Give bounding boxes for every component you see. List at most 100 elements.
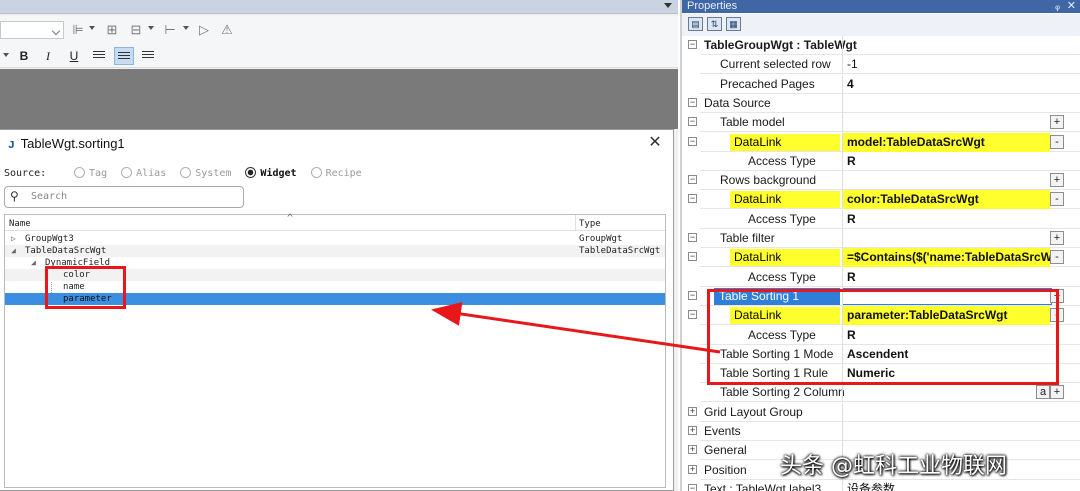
source-radio-system[interactable]: System	[180, 166, 231, 182]
font-size-combo[interactable]	[0, 21, 64, 39]
column-divider[interactable]	[575, 215, 576, 231]
collapse-icon[interactable]: −	[688, 233, 697, 242]
collapse-icon[interactable]: −	[688, 40, 697, 49]
property-value[interactable]	[842, 113, 1056, 133]
chevron-down-icon[interactable]	[664, 3, 672, 8]
property-value[interactable]: =$Contains($('name:TableDataSrcW	[842, 248, 1050, 268]
property-row[interactable]: − Table model +	[682, 113, 1080, 133]
collapse-icon[interactable]: −	[688, 194, 697, 204]
property-row[interactable]: − Text : TableWgt.label3 设备参数	[682, 479, 1080, 491]
bold-button[interactable]: B	[14, 47, 34, 65]
property-value[interactable]	[842, 229, 1056, 248]
close-icon[interactable]: ✕	[1067, 0, 1076, 13]
align-right-button[interactable]	[139, 47, 159, 65]
tree-row[interactable]: ▷ GroupWgt3 GroupWgt	[5, 233, 665, 245]
property-value[interactable]	[842, 422, 1056, 441]
collapse-icon[interactable]: −	[688, 97, 697, 107]
property-row[interactable]: − Data Source	[682, 93, 1080, 113]
collapse-icon[interactable]: −	[688, 290, 697, 300]
remove-link-button[interactable]: -	[1050, 250, 1064, 265]
property-value[interactable]: color:TableDataSrcWgt	[842, 190, 1050, 210]
property-row[interactable]: Precached Pages 4	[682, 74, 1080, 94]
property-row[interactable]: − TableGroupWgt : TableWgt	[682, 36, 1080, 55]
chevron-down-icon[interactable]	[183, 26, 189, 30]
remove-link-button[interactable]: -	[1050, 134, 1064, 149]
remove-link-button[interactable]: -	[1050, 192, 1064, 207]
property-pages-icon[interactable]: ▦	[726, 17, 741, 31]
expand-icon[interactable]: +	[688, 426, 697, 435]
collapse-icon[interactable]: −	[688, 117, 697, 127]
property-value[interactable]	[842, 383, 1056, 403]
dialog-title-bar: ᴊ TableWgt.sorting1	[8, 135, 125, 153]
tree-row[interactable]: ◢ TableDataSrcWgt TableDataSrcWgt	[5, 245, 665, 257]
underline-button[interactable]: U	[64, 47, 84, 65]
align-center-button[interactable]	[114, 47, 134, 65]
close-icon[interactable]: ✕	[647, 135, 663, 151]
property-value[interactable]: R	[842, 267, 1056, 287]
expand-arrow-icon[interactable]: ▷	[11, 233, 16, 245]
pin-icon[interactable]: ᵩ	[1055, 0, 1060, 13]
property-value[interactable]	[842, 93, 1056, 113]
collapse-icon[interactable]: −	[688, 136, 697, 146]
property-row[interactable]: − DataLink model:TableDataSrcWgt -	[682, 132, 1080, 152]
property-value[interactable]: 设备参数	[842, 479, 1056, 491]
property-value[interactable]	[842, 402, 1056, 422]
property-value[interactable]: R	[842, 209, 1056, 229]
property-value[interactable]	[842, 36, 1056, 55]
align-left-edges-icon[interactable]: ⊫	[70, 22, 86, 38]
property-row[interactable]: Current selected row -1	[682, 55, 1080, 75]
collapse-arrow-icon[interactable]: ◢	[31, 257, 36, 269]
property-row[interactable]: − Table filter +	[682, 229, 1080, 248]
property-row[interactable]: Access Type R	[682, 267, 1080, 287]
distribute-icon[interactable]: ⊟	[128, 22, 144, 38]
add-link-button[interactable]: +	[1050, 385, 1064, 400]
add-link-button[interactable]: +	[1050, 231, 1064, 245]
add-link-button[interactable]: +	[1050, 115, 1064, 130]
property-row[interactable]: + Grid Layout Group	[682, 402, 1080, 422]
radio-icon	[310, 167, 322, 178]
column-header-name[interactable]: Name	[9, 219, 31, 229]
source-radio-alias[interactable]: Alias	[121, 166, 166, 182]
source-radio-widget[interactable]: Widget	[245, 166, 297, 182]
bring-front-icon[interactable]: ▷	[196, 22, 212, 38]
editor-tab-strip	[0, 0, 678, 14]
property-row[interactable]: Access Type R	[682, 209, 1080, 229]
warning-icon[interactable]: ⚠	[219, 22, 235, 38]
grid-snap-icon[interactable]: ⊞	[104, 22, 120, 38]
property-value[interactable]: 4	[842, 74, 1056, 94]
chevron-down-icon[interactable]	[148, 26, 154, 30]
collapse-arrow-icon[interactable]: ◢	[11, 245, 16, 257]
property-row[interactable]: Table Sorting 2 Column a +	[682, 383, 1080, 403]
expand-icon[interactable]: +	[688, 445, 697, 455]
property-value[interactable]: model:TableDataSrcWgt	[842, 132, 1050, 152]
property-row[interactable]: − DataLink color:TableDataSrcWgt -	[682, 190, 1080, 210]
same-width-icon[interactable]: ⊢	[162, 22, 178, 38]
property-value[interactable]	[842, 171, 1056, 191]
italic-button[interactable]: I	[38, 47, 58, 65]
collapse-icon[interactable]: −	[688, 175, 697, 185]
add-link-button[interactable]: +	[1050, 173, 1064, 188]
translate-button[interactable]: a	[1036, 385, 1050, 400]
expand-icon[interactable]: +	[688, 464, 697, 474]
align-left-button[interactable]	[90, 47, 110, 65]
column-header-type[interactable]: Type	[579, 219, 601, 229]
chevron-down-icon[interactable]	[89, 26, 95, 30]
collapse-icon[interactable]: −	[688, 310, 697, 320]
property-row[interactable]: − DataLink =$Contains($('name:TableDataSrc…	[682, 248, 1080, 268]
design-canvas[interactable]	[0, 69, 678, 129]
categorized-view-icon[interactable]: ▤	[688, 17, 703, 31]
chevron-down-icon[interactable]	[3, 53, 9, 57]
collapse-icon[interactable]: −	[688, 483, 697, 491]
property-row[interactable]: Access Type R	[682, 151, 1080, 171]
collapse-icon[interactable]: −	[688, 252, 697, 262]
search-input[interactable]: ⚲ Search	[4, 186, 244, 208]
property-row[interactable]: + Events	[682, 422, 1080, 441]
property-name: DataLink	[730, 133, 840, 151]
sorted-view-icon[interactable]: ⇅	[707, 17, 722, 31]
source-radio-recipe[interactable]: Recipe	[310, 166, 362, 182]
source-radio-tag[interactable]: Tag	[74, 166, 107, 182]
property-value[interactable]: R	[842, 151, 1056, 171]
expand-icon[interactable]: +	[688, 406, 697, 416]
property-row[interactable]: − Rows background +	[682, 171, 1080, 191]
property-value[interactable]: -1	[842, 55, 1056, 75]
